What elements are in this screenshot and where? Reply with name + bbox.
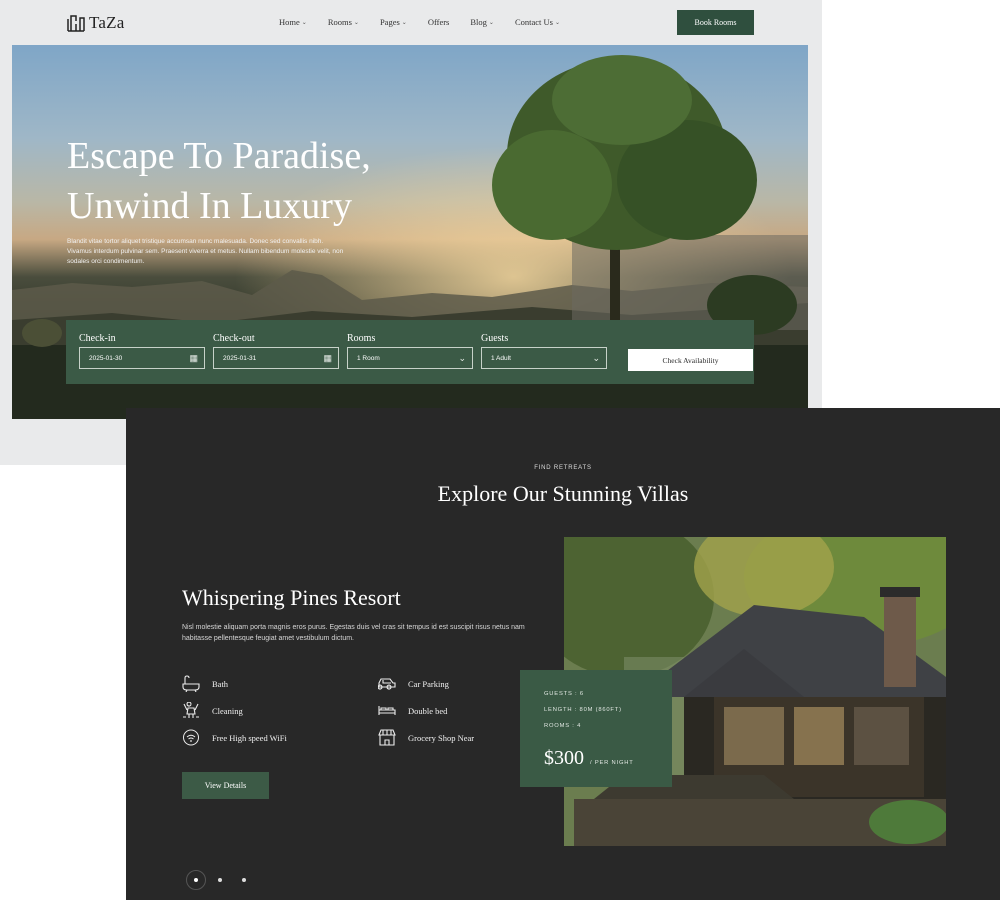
checkout-label: Check-out [213, 333, 255, 344]
rooms-label: Rooms [347, 333, 376, 344]
wifi-icon [183, 729, 199, 746]
guests-info: GUESTS : 6 [544, 691, 584, 697]
slider-dot[interactable] [218, 878, 222, 882]
shop-icon [378, 729, 396, 746]
main-menu: Home ⌄ Rooms ⌄ Pages ⌄ Offers Blog ⌄ Con… [279, 17, 560, 27]
menu-item-offers[interactable]: Offers [428, 17, 450, 27]
chevron-down-icon: ⌄ [554, 19, 560, 26]
chevron-down-icon: ⌄ [353, 19, 359, 26]
amenity-label: Bath [212, 678, 229, 689]
top-navigation: TaZa Home ⌄ Rooms ⌄ Pages ⌄ Offers Blog … [0, 0, 822, 45]
chevron-down-icon: ⌄ [301, 19, 307, 26]
chevron-down-icon: ⌄ [488, 19, 494, 26]
guests-value: 1 Adult [491, 354, 511, 362]
menu-item-pages[interactable]: Pages ⌄ [380, 17, 407, 27]
bathtub-icon [182, 675, 200, 692]
villa-info-card: GUESTS : 6 LENGTH : 80M (860FT) ROOMS : … [520, 670, 672, 787]
amenity-cleaning: Cleaning [182, 702, 243, 719]
price-block: $300 / PER NIGHT [544, 747, 634, 770]
checkin-value: 2025-01-30 [89, 354, 123, 362]
hero-banner: Escape To Paradise, Unwind In Luxury Bla… [12, 45, 808, 419]
book-rooms-button[interactable]: Book Rooms [677, 10, 754, 35]
checkin-field: Check-in 2025-01-30 ▦ [79, 333, 205, 369]
checkout-value: 2025-01-31 [223, 354, 257, 362]
hero-title-line1: Escape To Paradise, [67, 135, 371, 177]
guests-label: Guests [481, 333, 509, 344]
hero-title-line2: Unwind In Luxury [67, 185, 352, 227]
booking-bar: Check-in 2025-01-30 ▦ Check-out 2025-01-… [66, 320, 754, 384]
checkin-input[interactable]: 2025-01-30 ▦ [79, 347, 205, 369]
villa-name: Whispering Pines Resort [182, 585, 401, 610]
menu-item-label: Offers [427, 17, 450, 27]
amenity-label: Double bed [408, 705, 448, 716]
amenity-parking: Car Parking [378, 675, 449, 692]
brand-logo[interactable]: TaZa [67, 13, 124, 33]
villas-section-screen: FIND RETREATS Explore Our Stunning Villa… [126, 408, 1000, 900]
menu-item-label: Rooms [327, 17, 352, 27]
guests-select[interactable]: 1 Adult ⌄ [481, 347, 607, 369]
menu-item-rooms[interactable]: Rooms ⌄ [328, 17, 359, 27]
menu-item-contact[interactable]: Contact Us ⌄ [515, 17, 560, 27]
amenity-bath: Bath [182, 675, 228, 692]
amenity-label: Grocery Shop Near [408, 732, 475, 743]
hero-title: Escape To Paradise, Unwind In Luxury [67, 131, 487, 231]
chevron-down-icon: ⌄ [592, 352, 600, 363]
menu-item-blog[interactable]: Blog ⌄ [470, 17, 494, 27]
length-info: LENGTH : 80M (860FT) [544, 707, 622, 713]
rooms-field: Rooms 1 Room ⌄ [347, 333, 473, 369]
checkin-label: Check-in [79, 333, 116, 344]
slider-pagination [186, 870, 306, 890]
menu-item-home[interactable]: Home ⌄ [279, 17, 307, 27]
bed-icon [378, 706, 396, 715]
logo-mark-icon [67, 14, 85, 32]
amenity-shop: Grocery Shop Near [378, 729, 474, 746]
hero-description: Blandit vitae tortor aliquet tristique a… [67, 238, 344, 265]
calendar-icon: ▦ [189, 352, 198, 363]
check-availability-button[interactable]: Check Availability [628, 349, 753, 371]
price-unit: / PER NIGHT [590, 760, 634, 766]
villa-description: Nisl molestie aliquam porta magnis eros … [182, 624, 525, 642]
calendar-icon: ▦ [323, 352, 332, 363]
rooms-info: ROOMS : 4 [544, 723, 582, 729]
slider-dot[interactable] [242, 878, 246, 882]
amenity-label: Free High speed WiFi [212, 732, 287, 743]
menu-item-label: Contact Us [514, 17, 553, 27]
amenity-label: Cleaning [212, 705, 243, 716]
amenity-wifi: Free High speed WiFi [182, 729, 287, 746]
menu-item-label: Pages [379, 17, 400, 27]
menu-item-label: Home [279, 17, 300, 27]
brand-name: TaZa [89, 13, 125, 32]
section-eyebrow: FIND RETREATS [534, 465, 592, 471]
checkout-input[interactable]: 2025-01-31 ▦ [213, 347, 339, 369]
view-details-button[interactable]: View Details [182, 772, 269, 799]
amenity-bed: Double bed [378, 702, 447, 719]
hero-page-screen: TaZa Home ⌄ Rooms ⌄ Pages ⌄ Offers Blog … [0, 0, 822, 465]
rooms-select[interactable]: 1 Room ⌄ [347, 347, 473, 369]
chevron-down-icon: ⌄ [401, 19, 407, 26]
chevron-down-icon: ⌄ [458, 352, 466, 363]
amenity-label: Car Parking [408, 678, 449, 689]
checkout-field: Check-out 2025-01-31 ▦ [213, 333, 339, 369]
slider-dot-active-center [194, 878, 198, 882]
car-icon [378, 678, 396, 690]
menu-item-label: Blog [470, 17, 487, 27]
section-title: Explore Our Stunning Villas [437, 481, 689, 506]
cleaning-icon [183, 702, 199, 718]
guests-field: Guests 1 Adult ⌄ [481, 333, 607, 369]
price-value: $300 [544, 747, 584, 769]
rooms-value: 1 Room [357, 354, 380, 362]
